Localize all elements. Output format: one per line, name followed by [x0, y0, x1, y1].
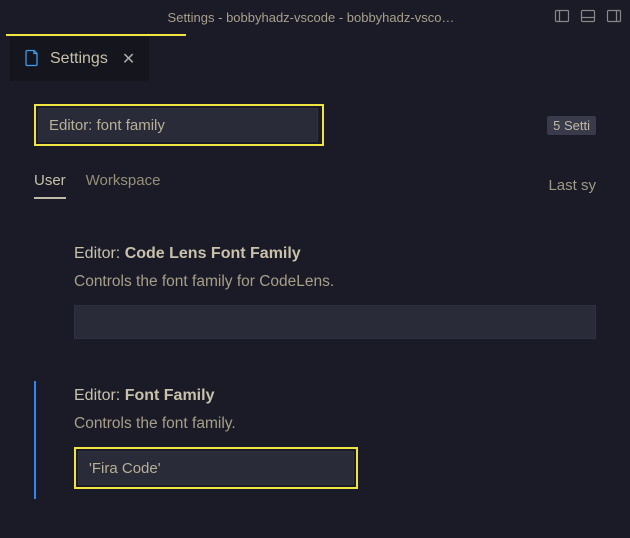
setting-editor-font-family: Editor: Font Family Controls the font fa… — [34, 381, 596, 499]
panel-left-icon[interactable] — [554, 8, 570, 27]
search-row: 5 Setti — [34, 104, 596, 146]
setting-description: Controls the font family. — [74, 415, 596, 433]
settings-file-icon — [24, 49, 40, 70]
tab-label: Settings — [50, 50, 108, 68]
editor-font-family-input[interactable] — [78, 451, 354, 485]
scope-tabs: User Workspace — [34, 172, 160, 199]
scope-row: User Workspace Last sy — [34, 172, 596, 199]
setting-input-wrap — [74, 305, 596, 339]
titlebar: Settings - bobbyhadz-vscode - bobbyhadz-… — [0, 0, 630, 34]
setting-description: Controls the font family for CodeLens. — [74, 273, 596, 291]
panel-right-icon[interactable] — [606, 8, 622, 27]
setting-title: Editor: Code Lens Font Family — [74, 245, 596, 263]
layout-icons — [554, 8, 622, 27]
settings-content: 5 Setti User Workspace Last sy Editor: C… — [0, 82, 630, 499]
setting-title: Editor: Font Family — [74, 387, 596, 405]
settings-search-input[interactable] — [38, 108, 318, 142]
search-input-highlight — [34, 104, 324, 146]
codelens-font-family-input[interactable] — [74, 305, 596, 339]
panel-bottom-icon[interactable] — [580, 8, 596, 27]
setting-codelens-font-family: Editor: Code Lens Font Family Controls t… — [34, 239, 596, 349]
settings-list: Editor: Code Lens Font Family Controls t… — [34, 239, 596, 499]
scope-tab-workspace[interactable]: Workspace — [86, 172, 161, 199]
close-icon[interactable]: ✕ — [118, 49, 135, 69]
settings-count-badge: 5 Setti — [547, 116, 596, 135]
settings-tab[interactable]: Settings ✕ — [10, 37, 149, 81]
font-family-input-highlight — [74, 447, 358, 489]
scope-tab-user[interactable]: User — [34, 172, 66, 199]
last-sync-label: Last sy — [548, 177, 596, 194]
window-title: Settings - bobbyhadz-vscode - bobbyhadz-… — [68, 10, 554, 25]
tab-row: Settings ✕ — [0, 36, 630, 82]
